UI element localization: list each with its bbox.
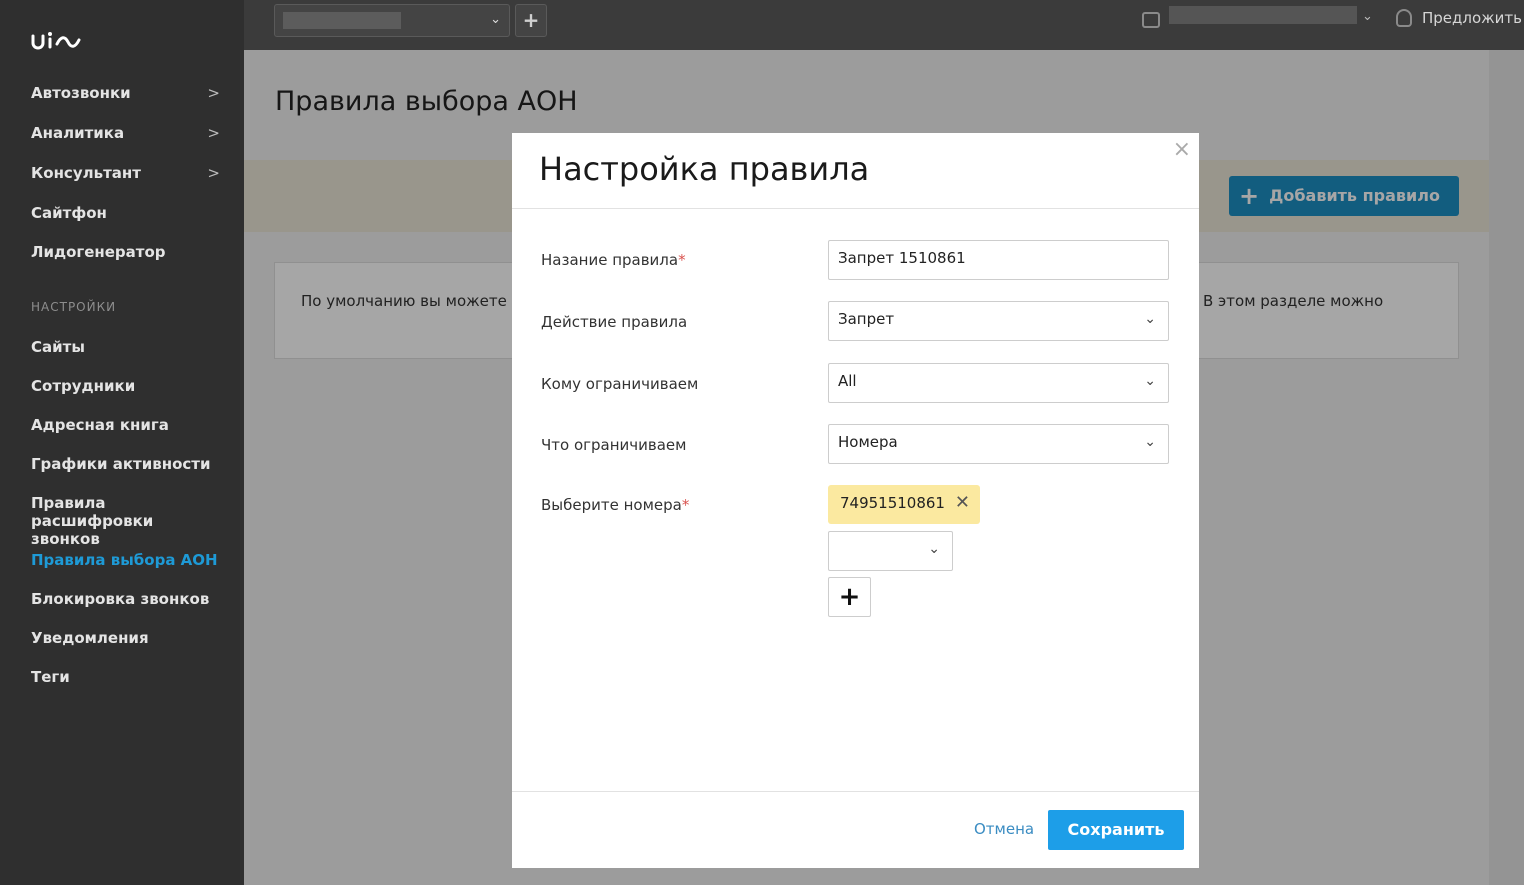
save-button[interactable]: Сохранить: [1048, 810, 1184, 850]
chevron-down-icon: ⌄: [1144, 373, 1156, 389]
chevron-down-icon: ⌄: [1144, 434, 1156, 450]
sidebar-item-consultant[interactable]: Консультант >: [31, 164, 226, 182]
plus-icon: +: [522, 8, 540, 32]
required-asterisk: *: [678, 251, 686, 269]
sidebar-item-label: Автозвонки: [31, 84, 131, 102]
top-bar: ⌄ + ⌄ Предложить: [244, 0, 1524, 50]
sidebar-item-label: Правила выбора АОН: [31, 551, 218, 569]
restrict-whom-select[interactable]: All ⌄: [828, 363, 1169, 403]
rule-name-label-text: Назание правила: [541, 251, 679, 269]
chevron-down-icon: ⌄: [490, 12, 501, 27]
sidebar-item-label: Теги: [31, 668, 70, 686]
sidebar-item-sites[interactable]: Сайты: [31, 338, 226, 356]
plus-icon: +: [838, 582, 861, 612]
sidebar-item-label: Уведомления: [31, 629, 149, 647]
chevron-right-icon: >: [207, 164, 220, 182]
restrict-what-select[interactable]: Номера ⌄: [828, 424, 1169, 464]
sidebar-item-label: Правила расшифровки звонков: [31, 494, 154, 548]
sidebar-item-tags[interactable]: Теги: [31, 668, 226, 686]
modal-title: Настройка правила: [539, 150, 870, 188]
sidebar-item-label: Аналитика: [31, 124, 125, 142]
numbers-label-text: Выберите номера: [541, 496, 682, 514]
number-select[interactable]: ⌄: [828, 531, 953, 571]
chevron-down-icon: ⌄: [1144, 311, 1156, 327]
sidebar-item-label: Блокировка звонков: [31, 590, 210, 608]
rule-action-label: Действие правила: [541, 313, 688, 331]
sidebar-item-sitephone[interactable]: Сайтфон: [31, 204, 226, 222]
sidebar-item-label: Лидогенератор: [31, 243, 166, 261]
sidebar-item-label: Сайты: [31, 338, 85, 356]
add-number-button[interactable]: +: [828, 577, 871, 617]
sidebar-item-label: Сотрудники: [31, 377, 136, 395]
chevron-down-icon[interactable]: ⌄: [1362, 9, 1373, 24]
restrict-what-value: Номера: [838, 433, 898, 451]
sidebar: Автозвонки > Аналитика > Консультант > С…: [0, 0, 244, 885]
rule-name-label: Назание правила*: [541, 251, 686, 269]
numbers-label: Выберите номера*: [541, 496, 689, 514]
sidebar-item-label: Адресная книга: [31, 416, 169, 434]
required-asterisk: *: [681, 496, 690, 514]
chevron-down-icon: ⌄: [928, 541, 940, 557]
sidebar-item-aon-rules[interactable]: Правила выбора АОН: [31, 551, 226, 569]
chevron-right-icon: >: [207, 124, 220, 142]
bulb-icon[interactable]: [1396, 9, 1412, 27]
rule-action-select[interactable]: Запрет ⌄: [828, 301, 1169, 341]
sidebar-item-call-blocking[interactable]: Блокировка звонков: [31, 590, 226, 608]
add-project-button[interactable]: +: [515, 4, 547, 37]
restrict-whom-value: All: [838, 372, 857, 390]
sidebar-item-label: Консультант: [31, 164, 141, 182]
sidebar-item-analytics[interactable]: Аналитика >: [31, 124, 226, 142]
close-icon[interactable]: ×: [1173, 137, 1191, 162]
sidebar-item-notifications[interactable]: Уведомления: [31, 629, 226, 647]
divider: [512, 791, 1199, 792]
sidebar-item-label: Графики активности: [31, 455, 211, 473]
wallet-icon[interactable]: [1142, 12, 1160, 28]
suggest-link[interactable]: Предложить: [1422, 9, 1522, 27]
restrict-what-label: Что ограничиваем: [541, 436, 687, 454]
sidebar-item-employees[interactable]: Сотрудники: [31, 377, 226, 395]
account-name-redacted[interactable]: [1169, 6, 1357, 24]
sidebar-section-title: НАСТРОЙКИ: [31, 300, 117, 314]
sidebar-item-autocalls[interactable]: Автозвонки >: [31, 84, 226, 102]
sidebar-item-address-book[interactable]: Адресная книга: [31, 416, 226, 434]
chevron-right-icon: >: [207, 84, 220, 102]
uis-logo-icon[interactable]: [30, 30, 82, 52]
cancel-button[interactable]: Отмена: [974, 820, 1034, 838]
rule-action-value: Запрет: [838, 310, 895, 328]
restrict-whom-label: Кому ограничиваем: [541, 375, 699, 393]
remove-tag-icon[interactable]: ✕: [955, 492, 970, 513]
sidebar-item-activity-schedules[interactable]: Графики активности: [31, 455, 226, 473]
sidebar-item-transcription-rules[interactable]: Правила расшифровки звонков: [31, 494, 226, 548]
sidebar-item-label: Сайтфон: [31, 204, 107, 222]
rule-settings-modal: Настройка правила × Назание правила* Зап…: [512, 133, 1199, 868]
project-name-redacted: [283, 12, 401, 29]
rule-name-value: Запрет 1510861: [838, 249, 966, 267]
number-tag: 74951510861 ✕: [828, 485, 980, 524]
project-select[interactable]: ⌄: [274, 4, 510, 37]
number-tag-value: 74951510861: [840, 494, 945, 512]
sidebar-item-leadgen[interactable]: Лидогенератор: [31, 243, 226, 261]
divider: [512, 208, 1199, 209]
rule-name-input[interactable]: Запрет 1510861: [828, 240, 1169, 280]
